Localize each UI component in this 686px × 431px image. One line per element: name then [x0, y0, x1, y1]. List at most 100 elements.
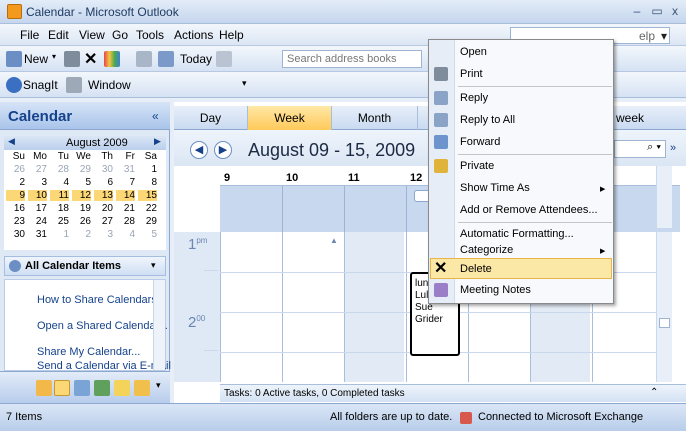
- menu-edit[interactable]: Edit: [48, 28, 69, 42]
- link-open-shared[interactable]: Open a Shared Calendar...: [37, 320, 168, 332]
- mini-calendar-day[interactable]: 4: [116, 229, 135, 240]
- mail-icon[interactable]: [36, 380, 52, 396]
- mini-calendar-day[interactable]: 11: [50, 190, 69, 201]
- menu-help[interactable]: Help: [219, 28, 244, 42]
- menu-delete[interactable]: Delete: [460, 263, 492, 275]
- mini-calendar-day[interactable]: 20: [94, 203, 113, 214]
- mini-calendar-day[interactable]: 28: [116, 216, 135, 227]
- menu-private[interactable]: Private: [460, 160, 494, 172]
- chevron-down-icon[interactable]: ▾: [151, 260, 156, 271]
- previous-week-button[interactable]: ◀: [190, 141, 208, 159]
- window-select[interactable]: ▾: [196, 76, 258, 94]
- chevron-down-icon[interactable]: ▾: [242, 78, 247, 89]
- menu-meeting-notes[interactable]: Meeting Notes: [460, 284, 531, 296]
- menu-go[interactable]: Go: [112, 28, 128, 42]
- menu-print[interactable]: Print: [460, 68, 483, 80]
- link-how-to-share[interactable]: How to Share Calendars: [37, 294, 157, 306]
- search-calendar-button[interactable]: ⌕ ▾: [614, 140, 666, 158]
- mini-calendar-day[interactable]: 14: [116, 190, 135, 201]
- minimize-button[interactable]: –: [628, 4, 646, 19]
- menu-reply-all[interactable]: Reply to All: [460, 114, 515, 126]
- menu-open[interactable]: Open: [460, 46, 487, 58]
- menu-show-time-as[interactable]: Show Time As: [460, 182, 530, 194]
- mini-calendar-day[interactable]: 31: [116, 164, 135, 175]
- prev-month-arrow[interactable]: ◀: [8, 136, 15, 147]
- mini-calendar-day[interactable]: 2: [72, 229, 91, 240]
- tasks-icon[interactable]: [94, 380, 110, 396]
- chevron-down-icon[interactable]: ▾: [661, 29, 667, 43]
- day-header-12[interactable]: 12: [410, 172, 422, 184]
- menu-categorize[interactable]: Categorize: [460, 244, 513, 256]
- mini-calendar-day[interactable]: 26: [72, 216, 91, 227]
- notes-icon[interactable]: [114, 380, 130, 396]
- folder-icon[interactable]: [134, 380, 150, 396]
- address-book-icon[interactable]: [136, 51, 152, 67]
- menu-file[interactable]: File: [20, 28, 39, 42]
- day-column-11[interactable]: [344, 232, 404, 382]
- expand-tasks-icon[interactable]: ⌃: [650, 387, 658, 398]
- nav-scrollbar[interactable]: [153, 280, 165, 370]
- delete-icon[interactable]: ✕: [84, 49, 97, 69]
- contacts-icon[interactable]: [74, 380, 90, 396]
- next-month-arrow[interactable]: ▶: [154, 136, 161, 147]
- mini-calendar-day[interactable]: 29: [138, 216, 157, 227]
- mini-calendar-day[interactable]: 30: [6, 229, 25, 240]
- maximize-button[interactable]: ▭: [648, 4, 666, 19]
- mini-calendar-day[interactable]: 9: [6, 190, 25, 201]
- mini-calendar-day[interactable]: 7: [116, 177, 135, 188]
- mini-calendar-day[interactable]: 8: [138, 177, 157, 188]
- tab-month[interactable]: Month: [332, 106, 418, 130]
- menu-automatic-formatting[interactable]: Automatic Formatting...: [460, 228, 574, 240]
- mini-calendar-day[interactable]: 2: [6, 177, 25, 188]
- mini-calendar-day[interactable]: 5: [138, 229, 157, 240]
- next-week-button[interactable]: ▶: [214, 141, 232, 159]
- tab-week[interactable]: Week: [248, 106, 332, 130]
- show-work-week[interactable]: week: [616, 111, 644, 125]
- link-send-calendar[interactable]: Send a Calendar via E-mail: [37, 360, 171, 370]
- mini-calendar-day[interactable]: 21: [116, 203, 135, 214]
- menu-actions[interactable]: Actions: [174, 28, 213, 42]
- snagit-button[interactable]: SnagIt: [23, 78, 58, 92]
- new-button[interactable]: New: [24, 52, 48, 66]
- day-header-10[interactable]: 10: [286, 172, 298, 184]
- menu-add-remove-attendees[interactable]: Add or Remove Attendees...: [460, 204, 598, 216]
- print-icon[interactable]: [64, 51, 80, 67]
- all-calendar-items[interactable]: All Calendar Items ▾: [4, 256, 166, 276]
- tab-day[interactable]: Day: [174, 106, 248, 130]
- new-dropdown-icon[interactable]: ▾: [52, 52, 56, 61]
- configure-buttons-icon[interactable]: ▾: [156, 380, 161, 391]
- capture-icon[interactable]: [66, 77, 82, 93]
- today-button[interactable]: Today: [180, 52, 212, 66]
- day-column-10[interactable]: [282, 232, 342, 382]
- mini-calendar-day[interactable]: 1: [138, 164, 157, 175]
- mini-calendar-day[interactable]: 10: [28, 190, 47, 201]
- calendar-scrollbar[interactable]: [656, 232, 672, 382]
- status-exchange[interactable]: Connected to Microsoft Exchange: [478, 411, 643, 423]
- categorize-icon[interactable]: [104, 51, 120, 67]
- day-header-11[interactable]: 11: [348, 172, 360, 184]
- day-column-9[interactable]: [220, 232, 280, 382]
- mini-calendar-day[interactable]: 26: [6, 164, 25, 175]
- mini-calendar-day[interactable]: 1: [50, 229, 69, 240]
- mini-calendar-day[interactable]: 5: [72, 177, 91, 188]
- address-book-small-icon[interactable]: [216, 51, 232, 67]
- mini-calendar-day[interactable]: 4: [50, 177, 69, 188]
- all-day-scrollbar[interactable]: [656, 166, 672, 228]
- mini-calendar-day[interactable]: 18: [50, 203, 69, 214]
- week-view-icon[interactable]: [158, 51, 174, 67]
- scrollbar-thumb[interactable]: [659, 318, 670, 328]
- expand-chevron-icon[interactable]: »: [670, 142, 676, 154]
- address-search-input[interactable]: Search address books: [282, 50, 422, 68]
- menu-forward[interactable]: Forward: [460, 136, 500, 148]
- mini-calendar-day[interactable]: 30: [94, 164, 113, 175]
- mini-calendar-day[interactable]: 31: [28, 229, 47, 240]
- mini-calendar-day[interactable]: 25: [50, 216, 69, 227]
- day-header-9[interactable]: 9: [224, 172, 230, 184]
- mini-calendar-day[interactable]: 23: [6, 216, 25, 227]
- mini-calendar-day[interactable]: 3: [28, 177, 47, 188]
- link-share-my-calendar[interactable]: Share My Calendar...: [37, 346, 140, 358]
- collapse-nav-button[interactable]: «: [152, 109, 159, 123]
- menu-tools[interactable]: Tools: [136, 28, 164, 42]
- mini-calendar-day[interactable]: 28: [50, 164, 69, 175]
- calendar-icon[interactable]: [54, 380, 70, 396]
